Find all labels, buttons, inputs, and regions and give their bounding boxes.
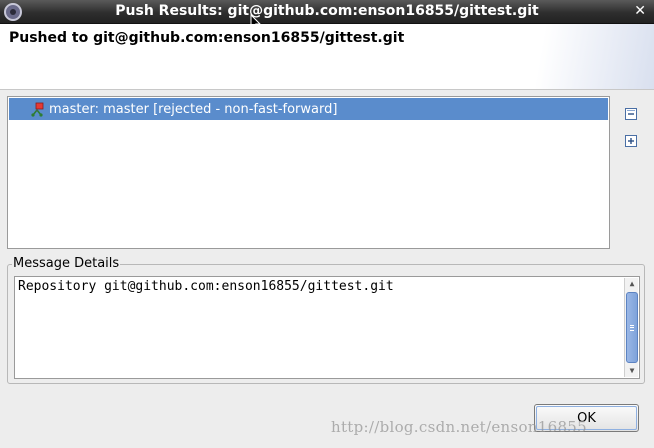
push-results-tree[interactable]: master: master [rejected - non-fast-forw… xyxy=(7,96,610,249)
title-bar[interactable]: Push Results: git@github.com:enson16855/… xyxy=(0,0,654,24)
dialog-body: master: master [rejected - non-fast-forw… xyxy=(0,90,654,448)
tree-row-master[interactable]: master: master [rejected - non-fast-forw… xyxy=(9,98,608,120)
git-ref-icon xyxy=(31,102,44,117)
collapse-all-icon xyxy=(625,108,637,120)
watermark-text: http://blog.csdn.net/enson16855 xyxy=(331,418,587,436)
scrollbar-thumb[interactable] xyxy=(626,292,638,363)
expand-all-button[interactable] xyxy=(623,133,639,149)
scroll-up-icon[interactable]: ▲ xyxy=(626,278,638,290)
dialog-header: Pushed to git@github.com:enson16855/gitt… xyxy=(0,24,654,90)
message-details-label: Message Details xyxy=(12,256,121,271)
header-message: Pushed to git@github.com:enson16855/gitt… xyxy=(9,30,405,46)
collapse-all-button[interactable] xyxy=(623,106,639,122)
message-details-text[interactable]: Repository git@github.com:enson16855/git… xyxy=(14,276,640,379)
vertical-scrollbar[interactable]: ▲ ▼ xyxy=(624,278,638,377)
expand-all-icon xyxy=(625,135,637,147)
tree-row-label: master: master [rejected - non-fast-forw… xyxy=(49,101,338,117)
scroll-down-icon[interactable]: ▼ xyxy=(626,365,638,377)
close-icon[interactable]: ✕ xyxy=(634,3,646,19)
window-title: Push Results: git@github.com:enson16855/… xyxy=(115,3,539,19)
message-details-content: Repository git@github.com:enson16855/git… xyxy=(18,279,394,294)
